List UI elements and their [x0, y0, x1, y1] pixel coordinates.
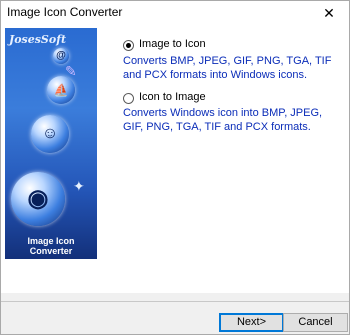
cancel-button[interactable]: Cancel — [283, 313, 348, 332]
wizard-banner-image: JosesSoft ✎ @ ⛵ ☺ ◉ ✦ Image Icon Convert… — [5, 28, 97, 259]
close-button[interactable]: ✕ — [309, 1, 349, 25]
divider — [1, 301, 349, 302]
earth-icon: ◉ — [11, 172, 65, 226]
dialog-content: JosesSoft ✎ @ ⛵ ☺ ◉ ✦ Image Icon Convert… — [1, 25, 349, 293]
app-window: Image Icon Converter ✕ JosesSoft ✎ @ ⛵ ☺… — [0, 0, 350, 335]
option-label[interactable]: Image to Icon — [139, 38, 206, 50]
option-description: Converts BMP, JPEG, GIF, PNG, TGA, TIF a… — [123, 55, 332, 81]
portrait-icon: ☺ — [31, 115, 69, 153]
radio-image-to-icon[interactable] — [123, 40, 134, 51]
title-bar: Image Icon Converter ✕ — [1, 1, 349, 25]
banner-caption: Image Icon Converter — [27, 236, 75, 256]
globe-icon: @ — [53, 48, 69, 64]
butterfly-icon: ✦ — [73, 178, 85, 194]
option-description: Converts Windows icon into BMP, JPEG, GI… — [123, 107, 323, 133]
window-title: Image Icon Converter — [7, 5, 123, 19]
brand-logo: JosesSoft — [9, 33, 67, 46]
option-label[interactable]: Icon to Image — [139, 91, 206, 103]
boat-icon: ⛵ — [47, 76, 75, 104]
radio-icon-to-image[interactable] — [123, 93, 134, 104]
next-button[interactable]: Next> — [219, 313, 284, 332]
